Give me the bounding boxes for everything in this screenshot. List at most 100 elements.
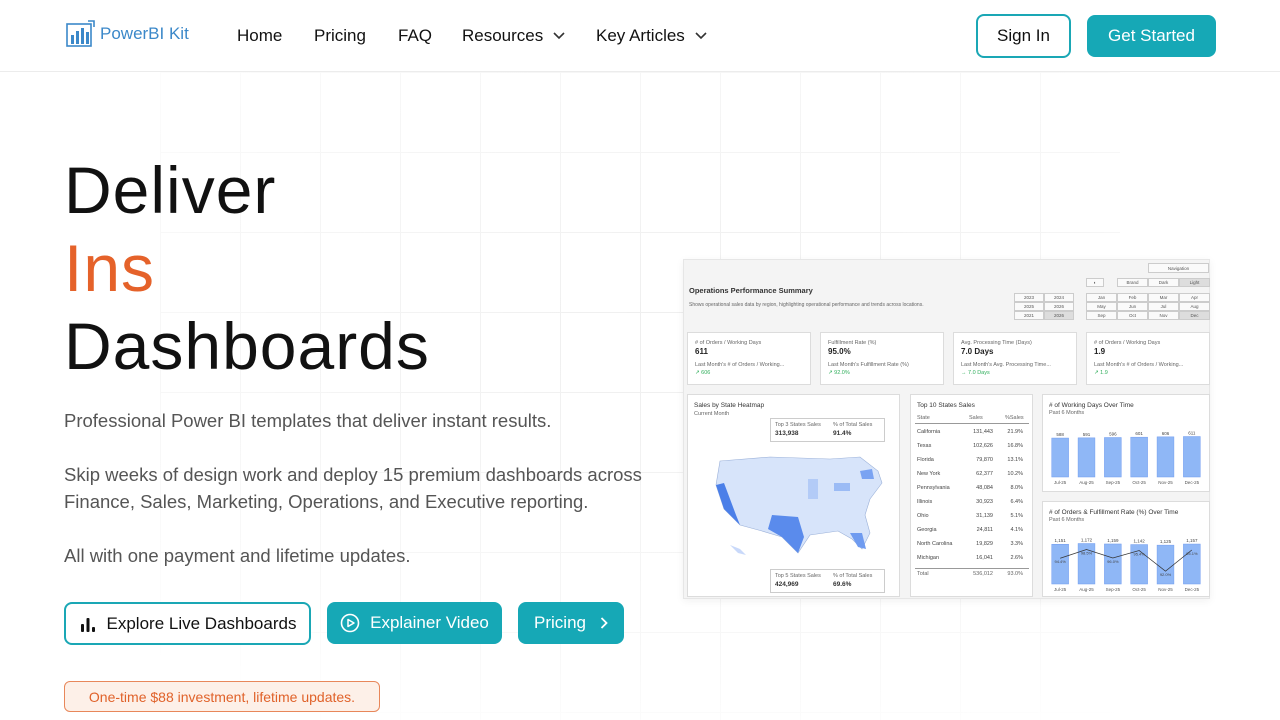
table-cell: 5.1% (1010, 513, 1023, 519)
bar-value-label: 606 (1162, 431, 1170, 436)
dashboard-preview[interactable]: Operations Performance Summary Shows ope… (683, 259, 1210, 599)
table-cell: 6.4% (1010, 499, 1023, 505)
top-states-table-card[interactable]: Top 10 States Sales State Sales %Sales Cali… (910, 394, 1033, 597)
top3-label: Top 3 States Sales (775, 422, 821, 428)
bar-value-label: 1,142 (1134, 539, 1146, 544)
top5-pct: 69.6% (833, 581, 852, 588)
month-btn[interactable]: May (1086, 302, 1117, 311)
bar2-title: # of Orders & Fulfillment Rate (%) Over … (1049, 509, 1179, 516)
theme-toggle-icon[interactable]: ◐ (1086, 278, 1104, 287)
kpi-label: # of Orders / Working Days (1094, 340, 1161, 346)
month-btn[interactable]: Jul (1148, 302, 1179, 311)
month-btn[interactable]: Feb (1117, 293, 1148, 302)
top3-box: Top 3 States Sales 313,938 % of Total Sa… (770, 418, 885, 442)
get-started-button[interactable]: Get Started (1087, 15, 1216, 57)
bar-value-label: 596 (1109, 432, 1117, 437)
state-heatmap-card[interactable]: Sales by State Heatmap Current Month Top… (687, 394, 900, 597)
nav-key-articles[interactable]: Key Articles (596, 26, 707, 46)
kpi-card[interactable]: # of Orders / Working Days 611 Last Month'… (687, 332, 811, 385)
bar-value-label: 1,125 (1160, 539, 1172, 544)
table-cell: Georgia (917, 527, 937, 533)
explainer-video-button[interactable]: Explainer Video (327, 602, 502, 644)
map-title: Sales by State Heatmap (694, 402, 765, 409)
rate-label: 96.0% (1107, 559, 1119, 564)
pricing-button-label: Pricing (534, 613, 586, 632)
top3-pct: 91.4% (833, 430, 852, 437)
month-btn[interactable]: Oct (1117, 311, 1148, 320)
kpi-card[interactable]: Fulfillment Rate (%) 95.0% Last Month's Fu… (820, 332, 944, 385)
working-days-chart-card[interactable]: # of Working Days Over Time Past 6 Month… (1042, 394, 1210, 492)
table-cell: 24,811 (976, 527, 993, 533)
kpi-card[interactable]: Avg. Processing Time (Days) 7.0 Days Last … (953, 332, 1077, 385)
category-label: Nov-25 (1158, 480, 1173, 485)
table-cell: 131,443 (973, 429, 993, 435)
bar-value-label: 1,151 (1055, 538, 1067, 543)
dashboard-subtitle: Shows operational sales data by region, … (689, 302, 924, 308)
table-total: Total (917, 571, 929, 577)
bar (1051, 437, 1069, 478)
theme-light[interactable]: Light (1179, 278, 1210, 287)
year-btn[interactable]: 2024 (1044, 293, 1074, 302)
month-btn[interactable]: Nov (1148, 311, 1179, 320)
brand-logo[interactable]: PowerBI Kit (66, 20, 189, 48)
table-cell: 3.3% (1010, 541, 1023, 547)
bar-chart-icon (80, 617, 95, 632)
chevron-down-icon (553, 32, 565, 40)
month-btn[interactable]: Sep (1086, 311, 1117, 320)
nav-resources[interactable]: Resources (462, 26, 565, 46)
category-label: Sep-25 (1106, 480, 1121, 485)
table-cell: Illinois (917, 499, 933, 505)
nav-pricing[interactable]: Pricing (314, 26, 366, 46)
category-label: Nov-25 (1158, 587, 1173, 592)
top3-pct-label: % of Total Sales (833, 422, 873, 428)
bar-value-label: 611 (1188, 431, 1196, 436)
category-label: Oct-25 (1132, 587, 1146, 592)
table-cell: 31,139 (976, 513, 993, 519)
month-btn[interactable]: Mar (1148, 293, 1179, 302)
kpi-sub: Last Month's Avg. Processing Time... (961, 362, 1051, 368)
table-cell: California (917, 429, 941, 435)
year-btn[interactable]: 2023 (1014, 293, 1044, 302)
bar (1104, 437, 1122, 478)
nav-faq[interactable]: FAQ (398, 26, 432, 46)
kpi-sub: Last Month's Fulfillment Rate (%) (828, 362, 909, 368)
hero-description: Skip weeks of design work and deploy 15 … (64, 464, 642, 512)
month-btn[interactable]: Dec (1179, 311, 1210, 320)
month-btn[interactable]: Aug (1179, 302, 1210, 311)
play-circle-icon (340, 613, 360, 633)
working-days-bar-chart: 588 Jul-25 591 Aug-25 596 Sep-25 601 Oct-25 606 N… (1051, 431, 1201, 485)
sign-in-button[interactable]: Sign In (976, 14, 1071, 58)
year-btn[interactable]: 2026 (1044, 302, 1074, 311)
year-btn[interactable]: 2025 (1014, 302, 1044, 311)
year-btn[interactable]: 2021 (1014, 311, 1044, 320)
nav-home[interactable]: Home (237, 26, 282, 46)
table-cell: 16,041 (976, 555, 993, 561)
month-btn[interactable]: Jun (1117, 302, 1148, 311)
top3-value: 313,938 (775, 430, 799, 437)
month-btn[interactable]: Jan (1086, 293, 1117, 302)
bar (1183, 436, 1201, 478)
kpi-value: 611 (695, 347, 708, 356)
kpi-card[interactable]: # of Orders / Working Days 1.9 Last Month'… (1086, 332, 1210, 385)
orders-fulfillment-chart-card[interactable]: # of Orders & Fulfillment Rate (%) Over … (1042, 501, 1210, 597)
month-btn[interactable]: Apr (1179, 293, 1210, 302)
explore-dashboards-button[interactable]: Explore Live Dashboards (64, 602, 311, 645)
bar-value-label: 591 (1083, 432, 1091, 437)
pricing-button[interactable]: Pricing (518, 602, 624, 644)
bar (1183, 543, 1201, 585)
dashboard-title: Operations Performance Summary (689, 286, 813, 295)
table-cell: Florida (917, 457, 934, 463)
category-label: Oct-25 (1132, 480, 1146, 485)
kpi-value: 7.0 Days (961, 347, 994, 356)
theme-dark[interactable]: Dark (1148, 278, 1179, 287)
hero-title-typed: Ins (64, 231, 156, 305)
year-btn[interactable]: 2026 (1044, 311, 1074, 320)
bar-value-label: 588 (1056, 432, 1064, 437)
theme-brand[interactable]: Brand (1117, 278, 1148, 287)
category-label: Dec-25 (1185, 480, 1200, 485)
table-cell: Ohio (917, 513, 929, 519)
navigation-button[interactable]: Navigation (1148, 263, 1209, 273)
category-label: Jul-25 (1054, 587, 1067, 592)
nav-resources-label: Resources (462, 26, 544, 45)
explore-dashboards-label: Explore Live Dashboards (106, 613, 297, 633)
